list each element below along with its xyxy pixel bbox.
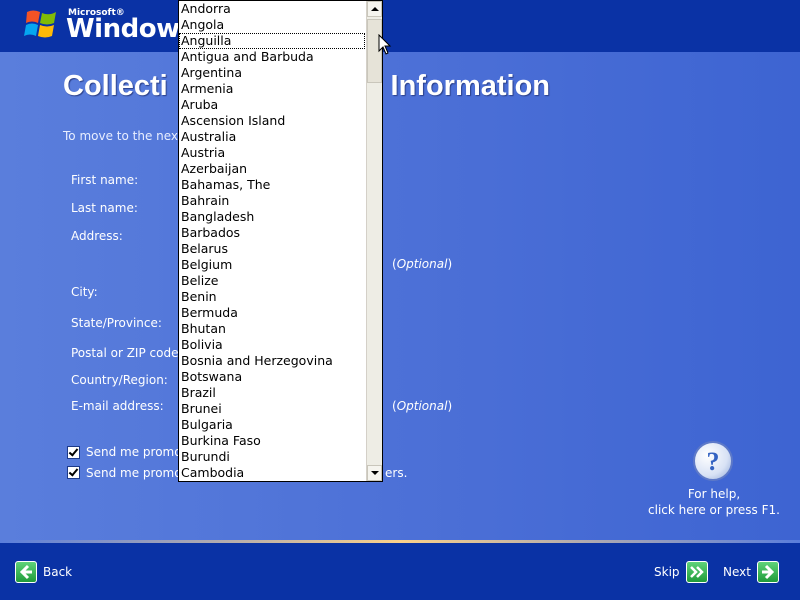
instruction-text: To move to the next b — [63, 129, 195, 143]
country-option[interactable]: Burkina Faso — [179, 433, 365, 449]
country-option[interactable]: Belgium — [179, 257, 365, 273]
dropdown-scrollbar[interactable] — [366, 1, 382, 481]
country-option[interactable]: Bermuda — [179, 305, 365, 321]
country-option[interactable]: Anguilla — [179, 33, 365, 49]
country-option[interactable]: Benin — [179, 289, 365, 305]
promo-checkbox-2-suffix: ers. — [385, 466, 408, 480]
country-options: Andorra Angola Anguilla Antigua and Barbuda… — [179, 1, 365, 481]
skip-label: Skip — [654, 565, 680, 579]
scroll-up-button[interactable] — [367, 1, 382, 17]
country-option[interactable]: Cambodia — [179, 465, 365, 481]
mouse-pointer-icon — [378, 34, 392, 55]
country-option[interactable]: Botswana — [179, 369, 365, 385]
country-option[interactable]: Belize — [179, 273, 365, 289]
email-optional-note: (Optional) — [392, 399, 453, 413]
address-label: Address: — [71, 229, 123, 243]
back-arrow-icon — [15, 561, 37, 583]
country-option[interactable]: Austria — [179, 145, 365, 161]
country-option[interactable]: Armenia — [179, 81, 365, 97]
country-option[interactable]: Bolivia — [179, 337, 365, 353]
next-button[interactable]: Next — [723, 561, 779, 583]
page-title-left: Collecti — [63, 70, 168, 102]
help-line-2: click here or press F1. — [648, 503, 780, 517]
promo-checkbox-2-label: Send me promot — [86, 466, 187, 480]
top-band: Microsoft® Windows — [0, 0, 800, 52]
scroll-down-button[interactable] — [367, 465, 382, 481]
down-arrow-icon — [371, 471, 379, 475]
promo-checkbox-1-label: Send me promot — [86, 445, 187, 459]
next-label: Next — [723, 565, 751, 579]
country-option[interactable]: Bahrain — [179, 193, 365, 209]
help-line-1: For help, — [687, 487, 741, 501]
bottom-band: Back Skip Next — [0, 543, 800, 600]
country-option[interactable]: Andorra — [179, 1, 365, 17]
country-option[interactable]: Angola — [179, 17, 365, 33]
country-option[interactable]: Belarus — [179, 241, 365, 257]
country-option[interactable]: Ascension Island — [179, 113, 365, 129]
country-option[interactable]: Bhutan — [179, 321, 365, 337]
country-option[interactable]: Brazil — [179, 385, 365, 401]
skip-arrow-icon — [685, 561, 708, 583]
windows-wordmark: Windows — [66, 14, 195, 44]
state-label: State/Province: — [71, 316, 162, 330]
page-title-right: n Information — [364, 70, 551, 102]
country-option[interactable]: Bahamas, The — [179, 177, 365, 193]
postal-code-label: Postal or ZIP code: — [71, 346, 183, 360]
country-option[interactable]: Bulgaria — [179, 417, 365, 433]
promo-checkbox-2[interactable] — [67, 466, 80, 479]
next-arrow-icon — [756, 561, 779, 583]
country-option[interactable]: Brunei — [179, 401, 365, 417]
country-option[interactable]: Burundi — [179, 449, 365, 465]
email-label: E-mail address: — [71, 399, 164, 413]
country-option[interactable]: Australia — [179, 129, 365, 145]
country-dropdown-list[interactable]: Andorra Angola Anguilla Antigua and Barbuda… — [178, 0, 383, 482]
up-arrow-icon — [371, 7, 379, 11]
back-button[interactable]: Back — [15, 561, 72, 583]
question-mark-icon[interactable]: ? — [693, 441, 733, 481]
help-link[interactable]: For help, click here or press F1. — [640, 486, 788, 518]
last-name-label: Last name: — [71, 201, 138, 215]
first-name-label: First name: — [71, 173, 139, 187]
back-label: Back — [43, 565, 73, 579]
country-option[interactable]: Barbados — [179, 225, 365, 241]
country-option[interactable]: Azerbaijan — [179, 161, 365, 177]
address-optional-note: (Optional) — [392, 257, 453, 271]
skip-button[interactable]: Skip — [654, 561, 708, 583]
country-option[interactable]: Bangladesh — [179, 209, 365, 225]
country-option[interactable]: Argentina — [179, 65, 365, 81]
country-option[interactable]: Aruba — [179, 97, 365, 113]
city-label: City: — [71, 285, 98, 299]
country-label: Country/Region: — [71, 373, 168, 387]
country-option[interactable]: Antigua and Barbuda — [179, 49, 365, 65]
country-option[interactable]: Bosnia and Herzegovina — [179, 353, 365, 369]
windows-flag-icon — [24, 10, 56, 38]
promo-checkbox-1[interactable] — [67, 446, 80, 459]
